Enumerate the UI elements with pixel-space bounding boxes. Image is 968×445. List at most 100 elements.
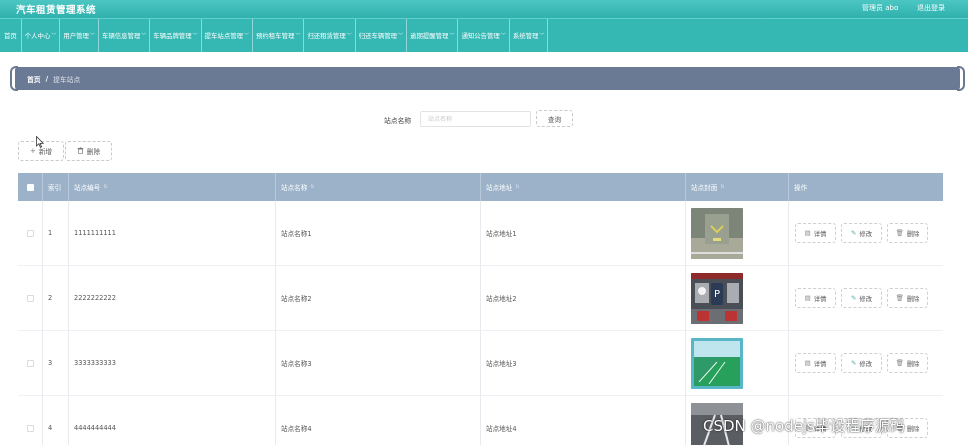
cell-index: 3 (43, 331, 69, 395)
select-all-cell (18, 173, 43, 201)
nav-item-0[interactable]: 首页 (0, 18, 22, 53)
trash-icon: 🗑 (895, 294, 904, 302)
nav-item-label: 个人中心 (24, 32, 51, 40)
nav-item-label: 系统管理 (512, 32, 539, 40)
nav-item-label: 归还车辆管理 (358, 32, 398, 40)
batch-delete-button[interactable]: 删除 (65, 141, 112, 161)
sort-icon[interactable]: ⇅ (515, 184, 519, 190)
trash-icon: 🗑 (895, 229, 904, 237)
cell-name-text: 站点名称4 (281, 425, 312, 433)
nav-item-label: 通知公告管理 (461, 32, 500, 40)
delete-button-label: 删除 (906, 425, 920, 433)
nav-item-11[interactable]: 系统管理 ﹀ (510, 18, 549, 53)
row-actions: ▤ 详情 ✎ 修改 🗑 删除 (795, 288, 928, 308)
cell-address-text: 站点地址1 (486, 230, 517, 238)
breadcrumb-bar: 首页 / 提车站点 (15, 67, 960, 90)
nav-item-2[interactable]: 用户管理 ﹀ (60, 18, 99, 53)
cell-address-text: 站点地址2 (486, 295, 517, 303)
row-checkbox[interactable] (26, 229, 34, 237)
logout-link[interactable]: 退出登录 (917, 3, 945, 13)
col-actions: 操作 (789, 173, 943, 201)
nav-item-3[interactable]: 车辆信息管理 ﹀ (99, 18, 151, 53)
trash-icon: 🗑 (895, 359, 904, 367)
chevron-down-icon: ﹀ (244, 33, 250, 39)
mouse-cursor-icon (36, 136, 44, 148)
delete-button[interactable]: 🗑 删除 (887, 353, 928, 373)
col-cover[interactable]: 站点封面 ⇅ (686, 173, 789, 201)
cell-code-text: 4444444444 (74, 424, 116, 432)
edit-button[interactable]: ✎ 修改 (841, 353, 882, 373)
col-address-label: 站点地址 (486, 184, 513, 192)
chevron-down-icon: ﹀ (449, 33, 455, 39)
cell-name-text: 站点名称1 (281, 230, 312, 238)
breadcrumb-home[interactable]: 首页 (27, 74, 41, 84)
sort-icon[interactable]: ⇅ (720, 184, 724, 190)
chevron-down-icon: ﹀ (295, 33, 301, 39)
chevron-down-icon: ﹀ (500, 33, 506, 39)
row-checkbox[interactable] (26, 424, 34, 432)
nav-item-4[interactable]: 车辆品牌管理 ﹀ (150, 18, 202, 53)
sort-icon[interactable]: ⇅ (103, 184, 107, 190)
detail-button[interactable]: ▤ 详情 (795, 288, 836, 308)
station-cover-image[interactable] (691, 207, 743, 259)
row-select-cell (18, 266, 43, 330)
station-table: 索引 站点编号 ⇅ 站点名称 ⇅ 站点地址 ⇅ 站点封面 ⇅ 操作 1 111111111… (18, 173, 943, 445)
cell-name: 站点名称4 (276, 396, 481, 445)
nav-item-1[interactable]: 个人中心 ﹀ (22, 18, 61, 53)
document-icon: ▤ (804, 229, 811, 237)
edit-button[interactable]: ✎ 修改 (841, 223, 882, 243)
station-cover-image[interactable]: P (691, 272, 743, 324)
edit-button-label: 修改 (859, 295, 873, 303)
delete-button-label: 删除 (906, 360, 920, 368)
edit-button-label: 修改 (859, 360, 873, 368)
detail-button[interactable]: ▤ 详情 (795, 223, 836, 243)
table-row: 2 2222222222 站点名称2 站点地址2 P ▤ 详情 ✎ 修改 🗑 删除 (18, 266, 943, 331)
col-name[interactable]: 站点名称 ⇅ (276, 173, 481, 201)
cell-address: 站点地址3 (481, 331, 686, 395)
document-icon: ▤ (804, 294, 811, 302)
cell-index-text: 4 (48, 424, 53, 432)
cell-cover: P (686, 266, 789, 330)
col-index: 索引 (43, 173, 69, 201)
nav-item-7[interactable]: 归还租赁管理 ﹀ (304, 18, 356, 53)
row-select-cell (18, 201, 43, 265)
cell-code-text: 2222222222 (74, 294, 116, 302)
cell-address-text: 站点地址3 (486, 360, 517, 368)
nav-item-label: 提车站点管理 (204, 32, 243, 40)
table-row: 3 3333333333 站点名称3 站点地址3 ▤ 详情 ✎ 修改 🗑 删除 (18, 331, 943, 396)
row-checkbox[interactable] (26, 294, 34, 302)
table-header: 索引 站点编号 ⇅ 站点名称 ⇅ 站点地址 ⇅ 站点封面 ⇅ 操作 (18, 173, 943, 201)
col-address[interactable]: 站点地址 ⇅ (481, 173, 686, 201)
cell-address: 站点地址2 (481, 266, 686, 330)
row-actions: ▤ 详情 ✎ 修改 🗑 删除 (795, 223, 928, 243)
row-checkbox[interactable] (26, 359, 34, 367)
chevron-down-icon: ﹀ (141, 33, 147, 39)
select-all-checkbox[interactable] (26, 183, 34, 191)
pencil-icon: ✎ (850, 359, 857, 367)
col-cover-label: 站点封面 (691, 184, 718, 192)
detail-button[interactable]: ▤ 详情 (795, 353, 836, 373)
search-button[interactable]: 查询 (536, 110, 573, 127)
breadcrumb: 首页 / 提车站点 (10, 66, 965, 91)
nav-item-6[interactable]: 预约租车管理 ﹀ (253, 18, 305, 53)
cell-name-text: 站点名称3 (281, 360, 312, 368)
col-code[interactable]: 站点编号 ⇅ (69, 173, 276, 201)
station-cover-image[interactable] (691, 337, 743, 389)
station-name-search-input[interactable] (420, 111, 531, 127)
nav-item-5[interactable]: 提车站点管理 ﹀ (202, 18, 254, 53)
delete-button[interactable]: 🗑 删除 (887, 223, 928, 243)
cell-address-text: 站点地址4 (486, 425, 517, 433)
trash-icon (77, 146, 84, 156)
nav-item-9[interactable]: 逾期提醒管理 ﹀ (407, 18, 459, 53)
cell-actions: ▤ 详情 ✎ 修改 🗑 删除 (789, 201, 943, 265)
sort-icon[interactable]: ⇅ (310, 184, 314, 190)
current-user[interactable]: 管理员 abo (862, 3, 898, 13)
nav-item-10[interactable]: 通知公告管理 ﹀ (458, 18, 510, 53)
main-nav: 首页 个人中心 ﹀ 用户管理 ﹀ 车辆信息管理 ﹀ 车辆品牌管理 ﹀ 提车站点管理 ﹀ 预约租车管理 ﹀… (0, 18, 968, 53)
edit-button[interactable]: ✎ 修改 (841, 288, 882, 308)
nav-item-8[interactable]: 归还车辆管理 ﹀ (356, 18, 408, 53)
delete-button[interactable]: 🗑 删除 (887, 288, 928, 308)
cell-code: 2222222222 (69, 266, 276, 330)
nav-item-label: 预约租车管理 (256, 32, 295, 40)
breadcrumb-current: 提车站点 (53, 75, 81, 84)
